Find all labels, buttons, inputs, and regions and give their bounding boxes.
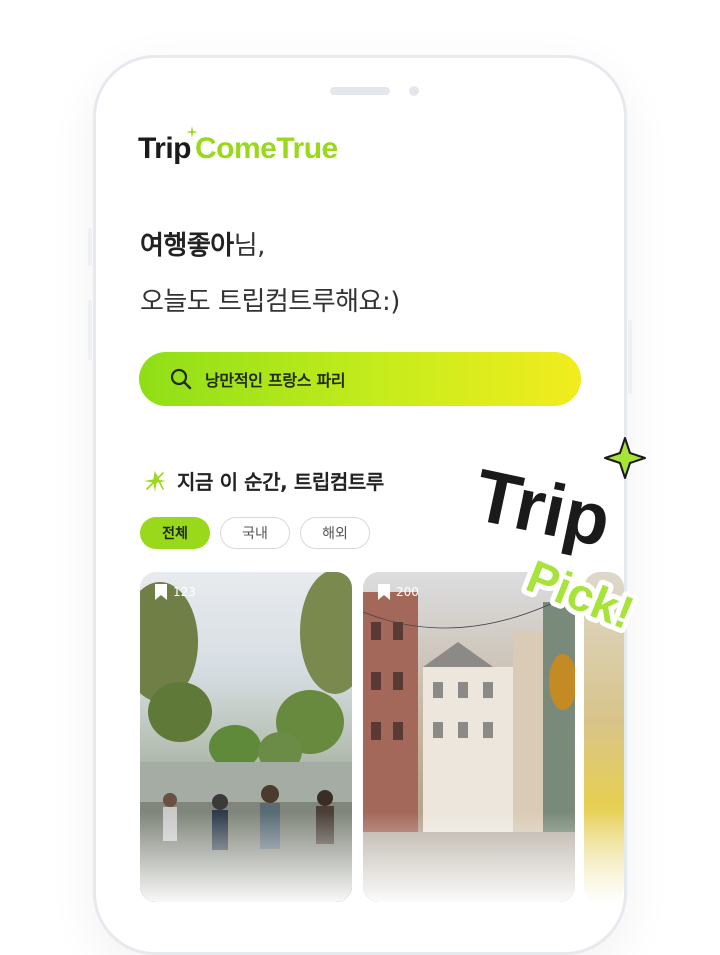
card-fade <box>584 812 624 902</box>
trip-pick-sticker: Trip Pick! <box>461 437 646 644</box>
phone-side-button <box>88 228 92 266</box>
phone-speaker <box>330 87 390 95</box>
section-title: 지금 이 순간, 트립컴트루 <box>143 466 384 495</box>
phone-side-button <box>88 300 92 360</box>
card-fade <box>140 812 352 902</box>
card-fade <box>363 812 575 902</box>
greeting-suffix: 님, <box>233 231 266 261</box>
search-icon <box>170 368 192 390</box>
filter-chip-domestic[interactable]: 국내 <box>220 517 290 549</box>
bookmark-count-text: 200 <box>396 585 419 599</box>
trip-card[interactable]: 123 <box>140 572 352 902</box>
logo-trip-text: Trip <box>138 132 192 165</box>
sparkle-icon <box>144 469 166 492</box>
section-title-text: 지금 이 순간, 트립컴트루 <box>177 470 384 494</box>
user-name: 여행좋아 <box>140 231 234 261</box>
greeting: 여행좋아님, 오늘도 트립컴트루해요:) <box>140 218 400 330</box>
search-bar[interactable]: 낭만적인 프랑스 파리 <box>139 352 581 406</box>
search-query-text: 낭만적인 프랑스 파리 <box>205 371 346 390</box>
bookmark-count: 123 <box>155 584 196 600</box>
bookmark-count-text: 123 <box>173 585 196 599</box>
logo-cometrue-text: ComeTrue <box>195 132 338 165</box>
filter-chip-all[interactable]: 전체 <box>140 517 210 549</box>
app-logo[interactable]: Trip ComeTrue <box>138 132 338 166</box>
filter-chip-overseas[interactable]: 해외 <box>300 517 370 549</box>
bookmark-icon <box>378 584 390 600</box>
greeting-line2: 오늘도 트립컴트루해요:) <box>140 287 400 317</box>
bookmark-count: 200 <box>378 584 419 600</box>
bookmark-icon <box>155 584 167 600</box>
phone-side-button <box>628 320 632 394</box>
phone-camera <box>409 86 419 96</box>
sticker-sparkle-icon <box>604 437 646 479</box>
filter-chips: 전체 국내 해외 <box>140 517 370 549</box>
logo-sparkle-icon <box>186 126 198 138</box>
sticker-pick-text: Pick! <box>520 550 641 639</box>
sticker-trip-text: Trip <box>468 453 618 562</box>
